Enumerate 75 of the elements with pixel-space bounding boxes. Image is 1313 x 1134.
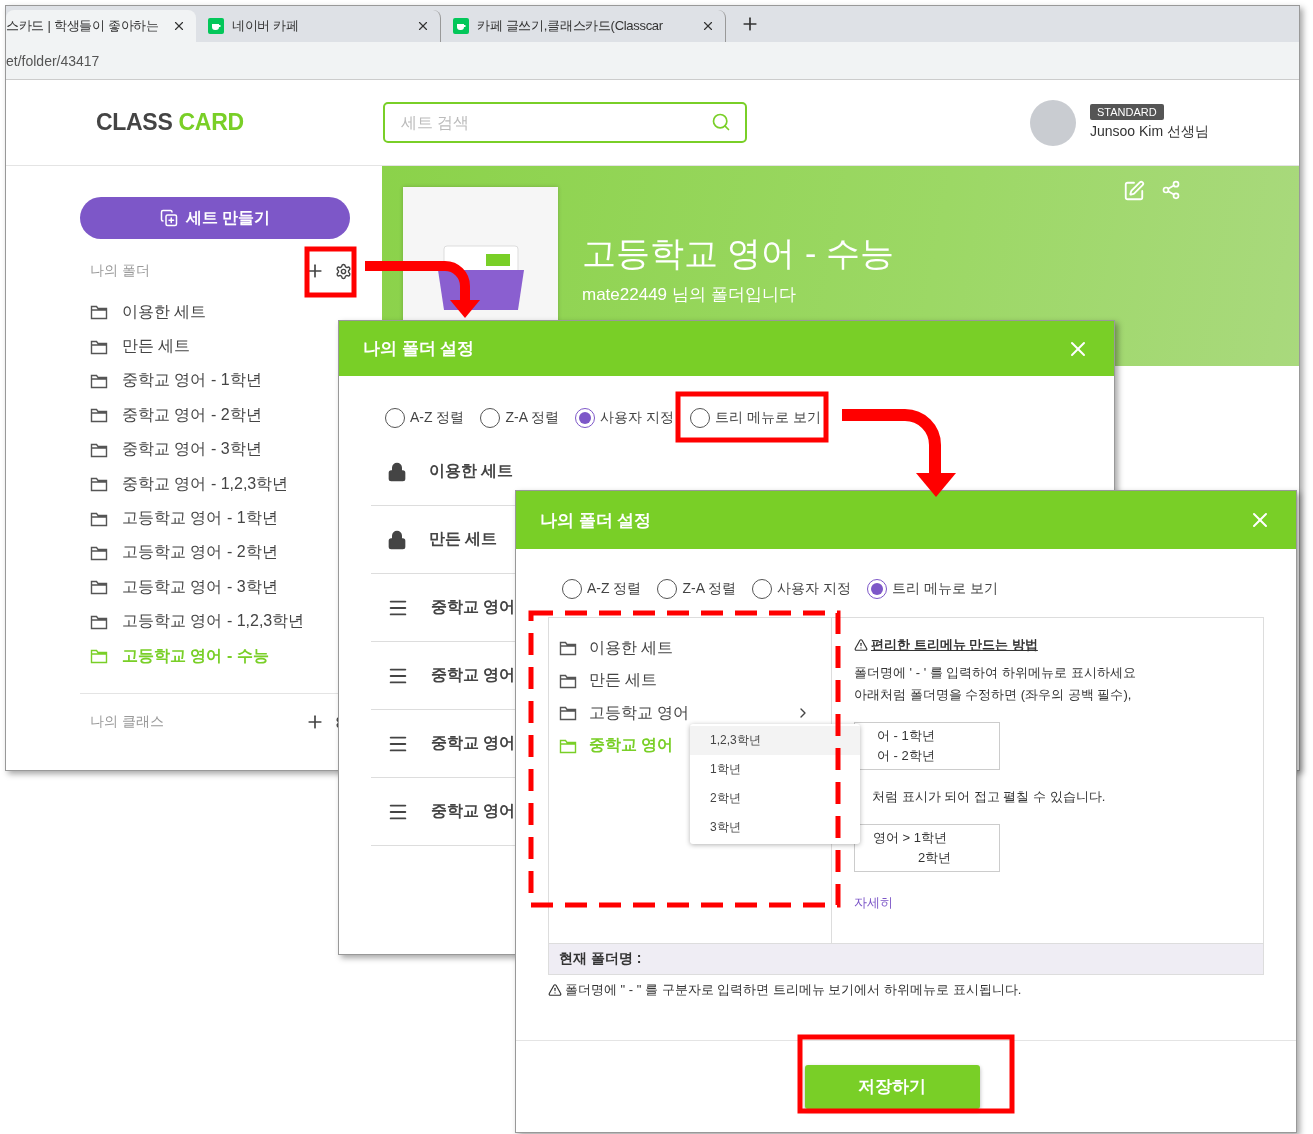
folder-owner: mate22449 님의 폴더입니다 [582, 284, 797, 306]
current-name-label: 현재 폴더명 : [548, 944, 1264, 975]
example-text: 영어 > 1학년 [873, 829, 949, 847]
user-name[interactable]: Junsoo Kim 선생님 [1089, 123, 1209, 141]
folder-icon [90, 544, 108, 561]
submenu-item[interactable]: 3학년 [690, 813, 860, 842]
example-text: 어 - 2학년 [877, 747, 936, 765]
tree-item[interactable]: 이용한 세트 [559, 632, 694, 665]
folder-icon [90, 579, 108, 596]
folder-icon [90, 476, 108, 493]
radio-option[interactable]: A-Z 정렬 [562, 579, 642, 599]
submenu-item[interactable]: 1학년 [690, 755, 860, 784]
dialog-title: 나의 폴더 설정 [540, 509, 653, 532]
section-heading: 나의 폴더 [90, 262, 151, 280]
cup-icon [453, 18, 469, 34]
details-link[interactable]: 자세히 [854, 894, 893, 912]
browser-tab[interactable]: 스카드 | 학생들이 좋아하는 [6, 10, 196, 42]
folder-item[interactable]: 중학교 영어 - 2학년 [80, 398, 262, 433]
create-set-button[interactable]: 세트 만들기 [80, 197, 350, 239]
submenu-item[interactable]: 2학년 [690, 784, 860, 813]
address-text[interactable]: et/folder/43417 [6, 52, 100, 69]
radio-option[interactable]: 트리 메뉴로 보기 [690, 408, 821, 428]
folder-icon [559, 672, 577, 689]
card-plus-icon [159, 209, 178, 227]
folder-icon [90, 441, 108, 458]
help-text: 폴더명에 ' - ' 를 입력하여 하위메뉴로 표시하세요 [854, 664, 1137, 682]
folder-icon [90, 304, 108, 321]
radio-option[interactable]: 사용자 지정 [575, 408, 674, 428]
folder-icon [90, 510, 108, 527]
example-text: 2학년 [917, 849, 953, 867]
cup-icon [208, 18, 224, 34]
section-heading: 나의 클래스 [90, 713, 165, 732]
close-icon[interactable] [701, 19, 715, 33]
warning-icon [854, 638, 868, 652]
submenu-item[interactable]: 1,2,3학년 [690, 726, 860, 755]
lock-icon [387, 529, 407, 550]
folder-icon [559, 705, 577, 722]
radio-option[interactable]: 사용자 지정 [752, 579, 851, 599]
help-text: 처럼 표시가 되어 접고 펼칠 수 있습니다. [871, 788, 1107, 806]
settings-icon[interactable] [335, 262, 352, 280]
folder-icon [90, 407, 108, 424]
folder-icon [90, 613, 108, 630]
folder-icon [90, 372, 108, 389]
close-icon[interactable] [172, 19, 186, 33]
warning-text: 폴더명에 " - " 를 구분자로 입력하면 트리메뉴 보기에서 하위메뉴로 표시됩니다. [565, 981, 1022, 999]
radio-option[interactable]: Z-A 정렬 [480, 408, 560, 428]
folder-title: 고등학교 영어 - 수능 [582, 233, 894, 274]
folder-icon [90, 338, 108, 355]
lock-icon [387, 461, 407, 482]
folder-icon [559, 640, 577, 657]
folder-item[interactable]: 고등학교 영어 - 1,2,3학년 [80, 604, 305, 639]
close-icon[interactable] [416, 19, 430, 33]
plan-badge: STANDARD [1089, 104, 1164, 120]
highlight-frame [304, 246, 357, 298]
folder-item[interactable]: 중학교 영어 - 1,2,3학년 [80, 466, 289, 502]
folder-item[interactable]: 고등학교 영어 - 1학년 [80, 501, 278, 536]
example-text: 어 - 1학년 [877, 727, 936, 745]
folder-icon [90, 648, 108, 665]
folder-item[interactable]: 고등학교 영어 - 2학년 [80, 535, 278, 571]
folder-item[interactable]: 중학교 영어 - 1학년 [80, 363, 262, 399]
folder-item[interactable]: 만든 세트 [80, 329, 191, 364]
folder-card-icon [435, 242, 526, 312]
folder-item[interactable]: 이용한 세트 [80, 295, 207, 330]
radio-option[interactable]: 트리 메뉴로 보기 [867, 579, 998, 599]
help-text: 아래처럼 폴더명을 수정하면 (좌우의 공백 필수), [854, 686, 1133, 704]
folder-icon [559, 737, 577, 754]
radio-option[interactable]: A-Z 정렬 [385, 408, 465, 428]
logo[interactable]: CLASS CARD [96, 109, 383, 136]
warning-icon [548, 983, 562, 997]
dialog-title: 나의 폴더 설정 [363, 338, 476, 360]
folder-item[interactable]: 중학교 영어 - 3학년 [80, 432, 262, 467]
search-field[interactable]: 세트 검색 [383, 102, 747, 143]
radio-option[interactable]: Z-A 정렬 [657, 579, 737, 599]
folder-item[interactable]: 고등학교 영어 - 3학년 [80, 570, 278, 605]
tree-item[interactable]: 만든 세트 [559, 664, 678, 697]
